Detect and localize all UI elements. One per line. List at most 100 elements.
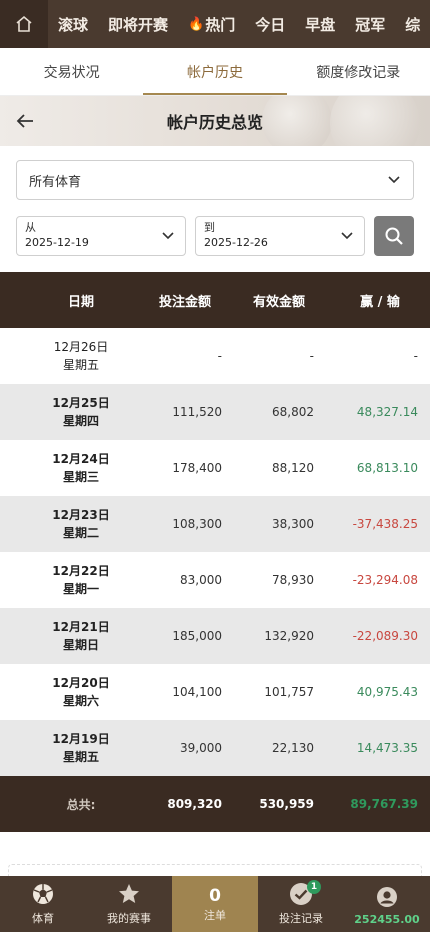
row-winloss: 68,813.10 <box>356 461 418 475</box>
history-table-body: 12月26日 星期五 - - - 12月25日 星期四 111,520 68,802… <box>0 328 430 776</box>
bet-records-badge: 1 <box>307 880 321 894</box>
tab-transaction-status[interactable]: 交易状况 <box>0 48 143 95</box>
row-bet: 178,400 <box>172 461 222 475</box>
nav-live[interactable]: 滚球 <box>48 0 98 48</box>
row-bet: 185,000 <box>172 629 222 643</box>
bottom-nav-sports[interactable]: 体育 <box>0 876 86 932</box>
row-date-day: 12月25日 <box>52 396 110 410</box>
home-button[interactable] <box>0 0 48 48</box>
total-valid: 530,959 <box>259 797 314 811</box>
search-icon <box>385 227 403 245</box>
row-weekday: 星期四 <box>62 414 99 428</box>
row-winloss: -37,438.25 <box>352 517 418 531</box>
row-date: 12月20日 星期六 <box>40 674 122 710</box>
row-date: 12月24日 星期三 <box>40 450 122 486</box>
nav-champion[interactable]: 冠军 <box>345 0 395 48</box>
total-bet: 809,320 <box>167 797 222 811</box>
row-weekday: 星期五 <box>62 750 99 764</box>
tab-limit-change-log[interactable]: 额度修改记录 <box>287 48 430 95</box>
nav-combo[interactable]: 综 <box>395 0 430 48</box>
table-row: 12月23日 星期二 108,300 38,300 -37,438.25 <box>0 496 430 552</box>
page-header: 帐户历史总览 <box>0 96 430 146</box>
bottom-nav-my-events[interactable]: 我的赛事 <box>86 876 172 932</box>
row-date: 12月19日 星期五 <box>40 730 122 766</box>
home-icon <box>16 15 32 32</box>
bottom-nav-bet-slip[interactable]: 0 注单 <box>172 876 258 932</box>
row-weekday: 星期二 <box>62 526 99 540</box>
row-valid: 88,120 <box>272 461 314 475</box>
bottom-nav-sports-label: 体育 <box>32 912 54 925</box>
row-weekday: 星期一 <box>62 582 99 596</box>
table-header: 日期 投注金额 有效金额 赢 / 输 <box>0 272 430 328</box>
sport-select[interactable]: 所有体育 <box>16 160 414 200</box>
row-valid: 101,757 <box>264 685 314 699</box>
row-date-day: 12月24日 <box>52 452 110 466</box>
header-valid-amount: 有效金额 <box>252 294 305 310</box>
row-winloss: 48,327.14 <box>356 405 418 419</box>
sub-tabs: 交易状况 帐户历史 额度修改记录 <box>0 48 430 96</box>
row-valid: 132,920 <box>264 629 314 643</box>
soccer-ball-icon <box>33 884 53 904</box>
row-winloss: 14,473.35 <box>356 741 418 755</box>
date-to-select[interactable]: 到 2025-12-26 <box>195 216 365 256</box>
tab-account-history[interactable]: 帐户历史 <box>143 48 287 95</box>
nav-hot[interactable]: 🔥 热门 <box>178 0 245 48</box>
soccer-ball-decoration <box>330 96 420 146</box>
table-total-row: 总共: 809,320 530,959 89,767.39 <box>0 776 430 832</box>
row-valid: - <box>309 349 314 363</box>
page-title: 帐户历史总览 <box>166 113 263 132</box>
nav-early[interactable]: 早盘 <box>295 0 345 48</box>
date-from-label: 从 <box>25 221 36 234</box>
table-row: 12月20日 星期六 104,100 101,757 40,975.43 <box>0 664 430 720</box>
chevron-down-icon <box>162 232 174 240</box>
date-to-value: 2025-12-26 <box>204 236 268 249</box>
bottom-nav-bet-records[interactable]: 1 投注记录 <box>258 876 344 932</box>
top-nav: 滚球 即将开赛 🔥 热门 今日 早盘 冠军 综 <box>0 0 430 48</box>
row-weekday: 星期日 <box>62 638 99 652</box>
date-to-label: 到 <box>204 221 215 234</box>
user-avatar-icon <box>377 887 397 907</box>
header-bet-amount: 投注金额 <box>158 294 211 310</box>
bet-slip-count: 0 <box>209 886 221 906</box>
row-winloss: -22,089.30 <box>352 629 418 643</box>
row-bet: 108,300 <box>172 517 222 531</box>
row-date: 12月21日 星期日 <box>40 618 122 654</box>
table-row: 12月19日 星期五 39,000 22,130 14,473.35 <box>0 720 430 776</box>
row-date-day: 12月19日 <box>52 732 110 746</box>
back-button[interactable] <box>12 108 38 134</box>
nav-hot-label: 热门 <box>205 15 236 34</box>
row-valid: 68,802 <box>272 405 314 419</box>
row-date-day: 12月22日 <box>52 564 110 578</box>
row-weekday: 星期五 <box>62 358 99 372</box>
table-row: 12月22日 星期一 83,000 78,930 -23,294.08 <box>0 552 430 608</box>
row-valid: 38,300 <box>272 517 314 531</box>
date-from-select[interactable]: 从 2025-12-19 <box>16 216 186 256</box>
bottom-nav-my-events-label: 我的赛事 <box>107 912 151 925</box>
row-date: 12月26日 星期五 <box>40 338 122 374</box>
header-date: 日期 <box>67 294 94 310</box>
fire-icon: 🔥 <box>188 16 205 32</box>
bottom-nav-bet-slip-label: 注单 <box>204 909 226 922</box>
row-valid: 78,930 <box>272 573 314 587</box>
row-bet: 104,100 <box>172 685 222 699</box>
header-win-loss: 赢 / 输 <box>360 294 400 310</box>
search-button[interactable] <box>374 216 414 256</box>
table-row: 12月24日 星期三 178,400 88,120 68,813.10 <box>0 440 430 496</box>
nav-today[interactable]: 今日 <box>245 0 295 48</box>
arrow-left-icon <box>16 114 33 128</box>
bottom-nav-account[interactable]: 252455.00 <box>344 876 430 932</box>
chevron-down-icon <box>341 232 353 240</box>
total-winloss: 89,767.39 <box>350 797 418 811</box>
row-winloss: -23,294.08 <box>352 573 418 587</box>
nav-upcoming[interactable]: 即将开赛 <box>98 0 178 48</box>
sport-select-value: 所有体育 <box>29 174 82 190</box>
date-from-value: 2025-12-19 <box>25 236 89 249</box>
star-icon <box>119 884 139 903</box>
row-date-day: 12月21日 <box>52 620 110 634</box>
total-label: 总共: <box>66 797 96 812</box>
soccer-ball-decoration <box>262 96 332 146</box>
row-date-day: 12月26日 <box>53 340 109 354</box>
chevron-down-icon <box>388 176 400 184</box>
row-winloss: - <box>413 349 418 363</box>
table-row: 12月25日 星期四 111,520 68,802 48,327.14 <box>0 384 430 440</box>
